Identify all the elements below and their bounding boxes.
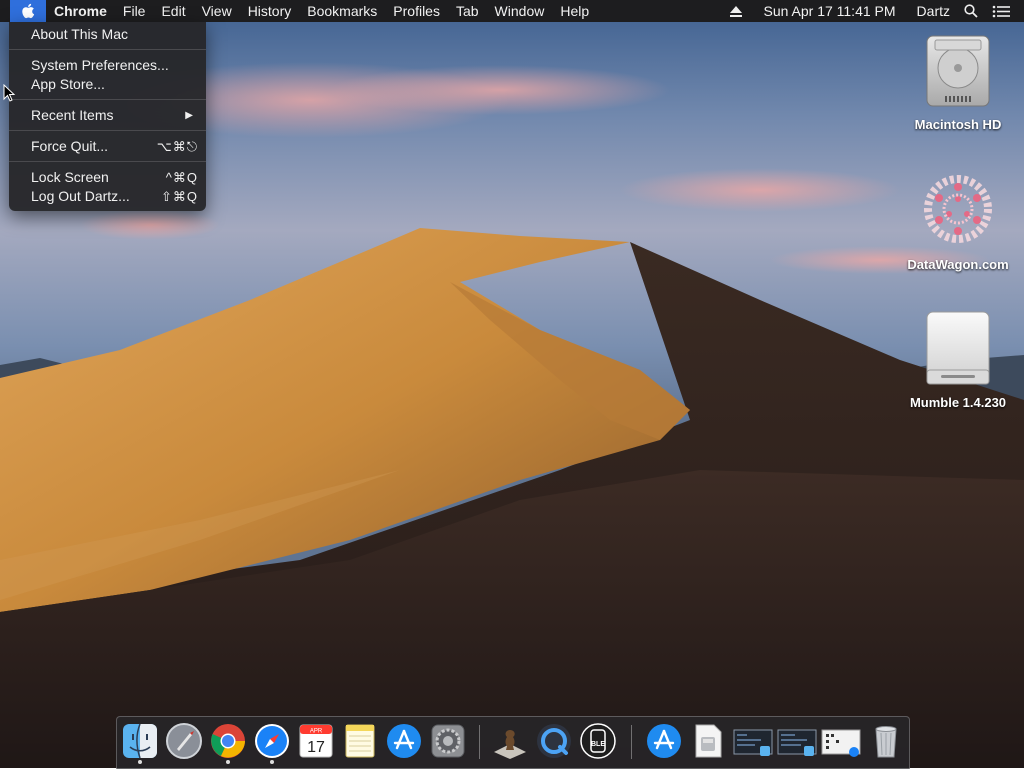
calendar-icon: APR 17: [299, 724, 333, 758]
chess-icon: [494, 730, 526, 759]
screenshot-2-icon: [777, 729, 817, 756]
menu-separator: [9, 161, 206, 162]
notification-center-icon[interactable]: [985, 5, 1024, 18]
safari-icon: [255, 724, 289, 758]
app-store-label: App Store...: [31, 76, 105, 92]
calendar-month: APR: [310, 729, 323, 735]
desktop-icon-datawagon[interactable]: DataWagon.com: [903, 168, 1013, 272]
dock-notes[interactable]: [341, 722, 379, 760]
dock-trash[interactable]: [867, 722, 905, 760]
dock-finder[interactable]: [121, 722, 159, 764]
dock-divider: [631, 725, 632, 759]
document-icon: [821, 729, 861, 757]
submenu-arrow-icon: ▶: [185, 110, 193, 121]
menu-item-system-preferences[interactable]: System Preferences...: [9, 56, 206, 75]
eject-icon[interactable]: [723, 5, 749, 17]
running-indicator: [138, 760, 142, 764]
recent-items-label: Recent Items: [31, 107, 114, 123]
dock-chrome[interactable]: [209, 722, 247, 764]
spotlight-search-icon[interactable]: [957, 4, 985, 18]
menu-bookmarks[interactable]: Bookmarks: [299, 0, 385, 22]
disk-image-icon: [926, 311, 990, 385]
dock-screenshot-1[interactable]: [733, 722, 773, 760]
dock-ble[interactable]: BLE: [579, 722, 617, 760]
menu-window[interactable]: Window: [487, 0, 553, 22]
apple-icon: [22, 3, 35, 19]
dock-divider: [479, 725, 480, 759]
calendar-day: 17: [307, 739, 325, 756]
menu-history[interactable]: History: [240, 0, 300, 22]
menu-item-lock-screen[interactable]: Lock Screen ^⌘Q: [9, 168, 206, 187]
log-out-shortcut: ⇧⌘Q: [160, 189, 198, 204]
dock-chess[interactable]: [491, 722, 529, 760]
menu-user[interactable]: Dartz: [903, 0, 957, 22]
menu-item-log-out[interactable]: Log Out Dartz... ⇧⌘Q: [9, 187, 206, 206]
menu-item-recent-items[interactable]: Recent Items ▶: [9, 106, 206, 125]
menu-view[interactable]: View: [194, 0, 240, 22]
lock-screen-label: Lock Screen: [31, 169, 109, 185]
menu-file[interactable]: File: [115, 0, 154, 22]
menu-app-name[interactable]: Chrome: [46, 0, 115, 22]
menu-item-app-store[interactable]: App Store...: [9, 75, 206, 94]
finder-icon: [123, 723, 157, 759]
dock: APR 17 BLE: [116, 716, 910, 769]
trash-icon: [875, 726, 897, 758]
dock-screenshot-2[interactable]: [777, 722, 817, 760]
datawagon-logo-icon: [924, 175, 992, 243]
menu-tab[interactable]: Tab: [448, 0, 487, 22]
preview-file-icon: [695, 724, 722, 758]
dock-calendar[interactable]: APR 17: [297, 722, 335, 760]
menu-bar: Chrome File Edit View History Bookmarks …: [0, 0, 1024, 22]
desktop-icon-macintosh-hd[interactable]: Macintosh HD: [903, 32, 1013, 132]
app-store-icon: [387, 724, 421, 758]
icon-label-datawagon: DataWagon.com: [907, 257, 1009, 272]
dock-preview-file[interactable]: [689, 722, 727, 760]
app-store-download-icon: [647, 724, 681, 758]
system-preferences-icon: [431, 724, 465, 758]
force-quit-shortcut: ⌥⌘⎋: [156, 139, 198, 154]
screenshot-1-icon: [733, 729, 773, 756]
menu-profiles[interactable]: Profiles: [385, 0, 448, 22]
menu-separator: [9, 130, 206, 131]
dock-system-preferences[interactable]: [429, 722, 467, 760]
menu-edit[interactable]: Edit: [153, 0, 193, 22]
running-indicator: [226, 760, 230, 764]
menu-separator: [9, 49, 206, 50]
dock-downloads-app-store[interactable]: [645, 722, 683, 760]
force-quit-label: Force Quit...: [31, 138, 109, 154]
mouse-cursor-icon: [3, 84, 16, 102]
notes-icon: [345, 724, 375, 758]
about-label: About This Mac: [31, 26, 129, 42]
ble-icon: BLE: [580, 723, 616, 759]
menu-item-force-quit[interactable]: Force Quit... ⌥⌘⎋: [9, 137, 206, 156]
menu-help[interactable]: Help: [552, 0, 597, 22]
dock-document[interactable]: [821, 722, 861, 760]
hard-drive-icon: [926, 35, 990, 107]
system-prefs-label: System Preferences...: [31, 57, 169, 73]
apple-menu-dropdown: About This Mac System Preferences... App…: [9, 22, 206, 211]
lock-screen-shortcut: ^⌘Q: [165, 170, 198, 185]
dock-launchpad[interactable]: [165, 722, 203, 760]
menu-clock[interactable]: Sun Apr 17 11:41 PM: [749, 0, 902, 22]
desktop-icon-mumble[interactable]: Mumble 1.4.230: [903, 308, 1013, 410]
menu-separator: [9, 99, 206, 100]
launchpad-icon: [166, 723, 202, 759]
dock-quicktime[interactable]: [535, 722, 573, 760]
dock-app-store[interactable]: [385, 722, 423, 760]
icon-label-macintosh-hd: Macintosh HD: [914, 117, 1002, 132]
apple-menu-button[interactable]: [10, 0, 46, 22]
chrome-icon: [211, 724, 245, 758]
running-indicator: [270, 760, 274, 764]
icon-label-mumble: Mumble 1.4.230: [909, 395, 1007, 410]
dock-safari[interactable]: [253, 722, 291, 764]
svg-text:BLE: BLE: [591, 741, 605, 748]
menu-item-about-this-mac[interactable]: About This Mac: [9, 25, 206, 44]
log-out-label: Log Out Dartz...: [31, 188, 130, 204]
quicktime-icon: [537, 724, 571, 758]
